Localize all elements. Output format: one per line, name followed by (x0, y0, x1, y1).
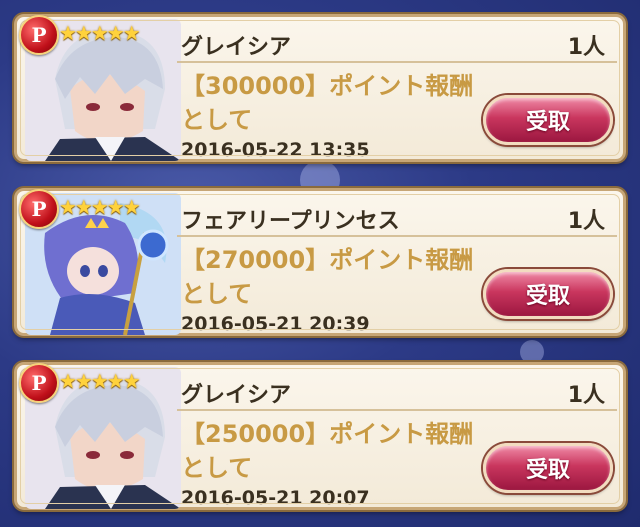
rarity-stars-icon: ★★★★★ (59, 195, 141, 219)
reward-amount: 【300000】ポイント報酬 (181, 72, 474, 100)
reward-card: P ★★★★★ グレイシア 1人 【250000】ポイント報酬 として 2016… (14, 362, 626, 510)
player-count: 1人 (567, 35, 605, 60)
receive-button[interactable]: 受取 (483, 443, 613, 493)
reward-amount: 【250000】ポイント報酬 (181, 420, 474, 448)
timestamp: 2016-05-21 20:39 (181, 313, 370, 335)
receive-button[interactable]: 受取 (483, 269, 613, 319)
reward-note: として (181, 280, 253, 308)
reward-card: P ★★★★★ フェアリープリンセス 1人 【270000】ポイント報酬 として… (14, 188, 626, 336)
player-name: グレイシア (181, 383, 292, 408)
point-badge-icon: P (19, 189, 59, 229)
reward-card: P ★★★★★ グレイシア 1人 【300000】ポイント報酬 として 2016… (14, 14, 626, 162)
reward-note: として (181, 106, 253, 134)
background-sparkle (520, 340, 544, 364)
reward-message: 【270000】ポイント報酬 として (181, 243, 481, 311)
reward-message: 【300000】ポイント報酬 として (181, 69, 481, 137)
reward-note: として (181, 454, 253, 482)
card-header: フェアリープリンセス 1人 (177, 199, 617, 237)
timestamp: 2016-05-22 13:35 (181, 139, 370, 161)
timestamp: 2016-05-21 20:07 (181, 487, 370, 509)
reward-message: 【250000】ポイント報酬 として (181, 417, 481, 485)
rarity-stars-icon: ★★★★★ (59, 21, 141, 45)
card-header: グレイシア 1人 (177, 25, 617, 63)
rarity-stars-icon: ★★★★★ (59, 369, 141, 393)
player-count: 1人 (567, 209, 605, 234)
receive-button[interactable]: 受取 (483, 95, 613, 145)
player-name: グレイシア (181, 35, 292, 60)
card-header: グレイシア 1人 (177, 373, 617, 411)
player-count: 1人 (567, 383, 605, 408)
point-badge-icon: P (19, 15, 59, 55)
point-badge-icon: P (19, 363, 59, 403)
reward-amount: 【270000】ポイント報酬 (181, 246, 474, 274)
player-name: フェアリープリンセス (181, 209, 400, 234)
